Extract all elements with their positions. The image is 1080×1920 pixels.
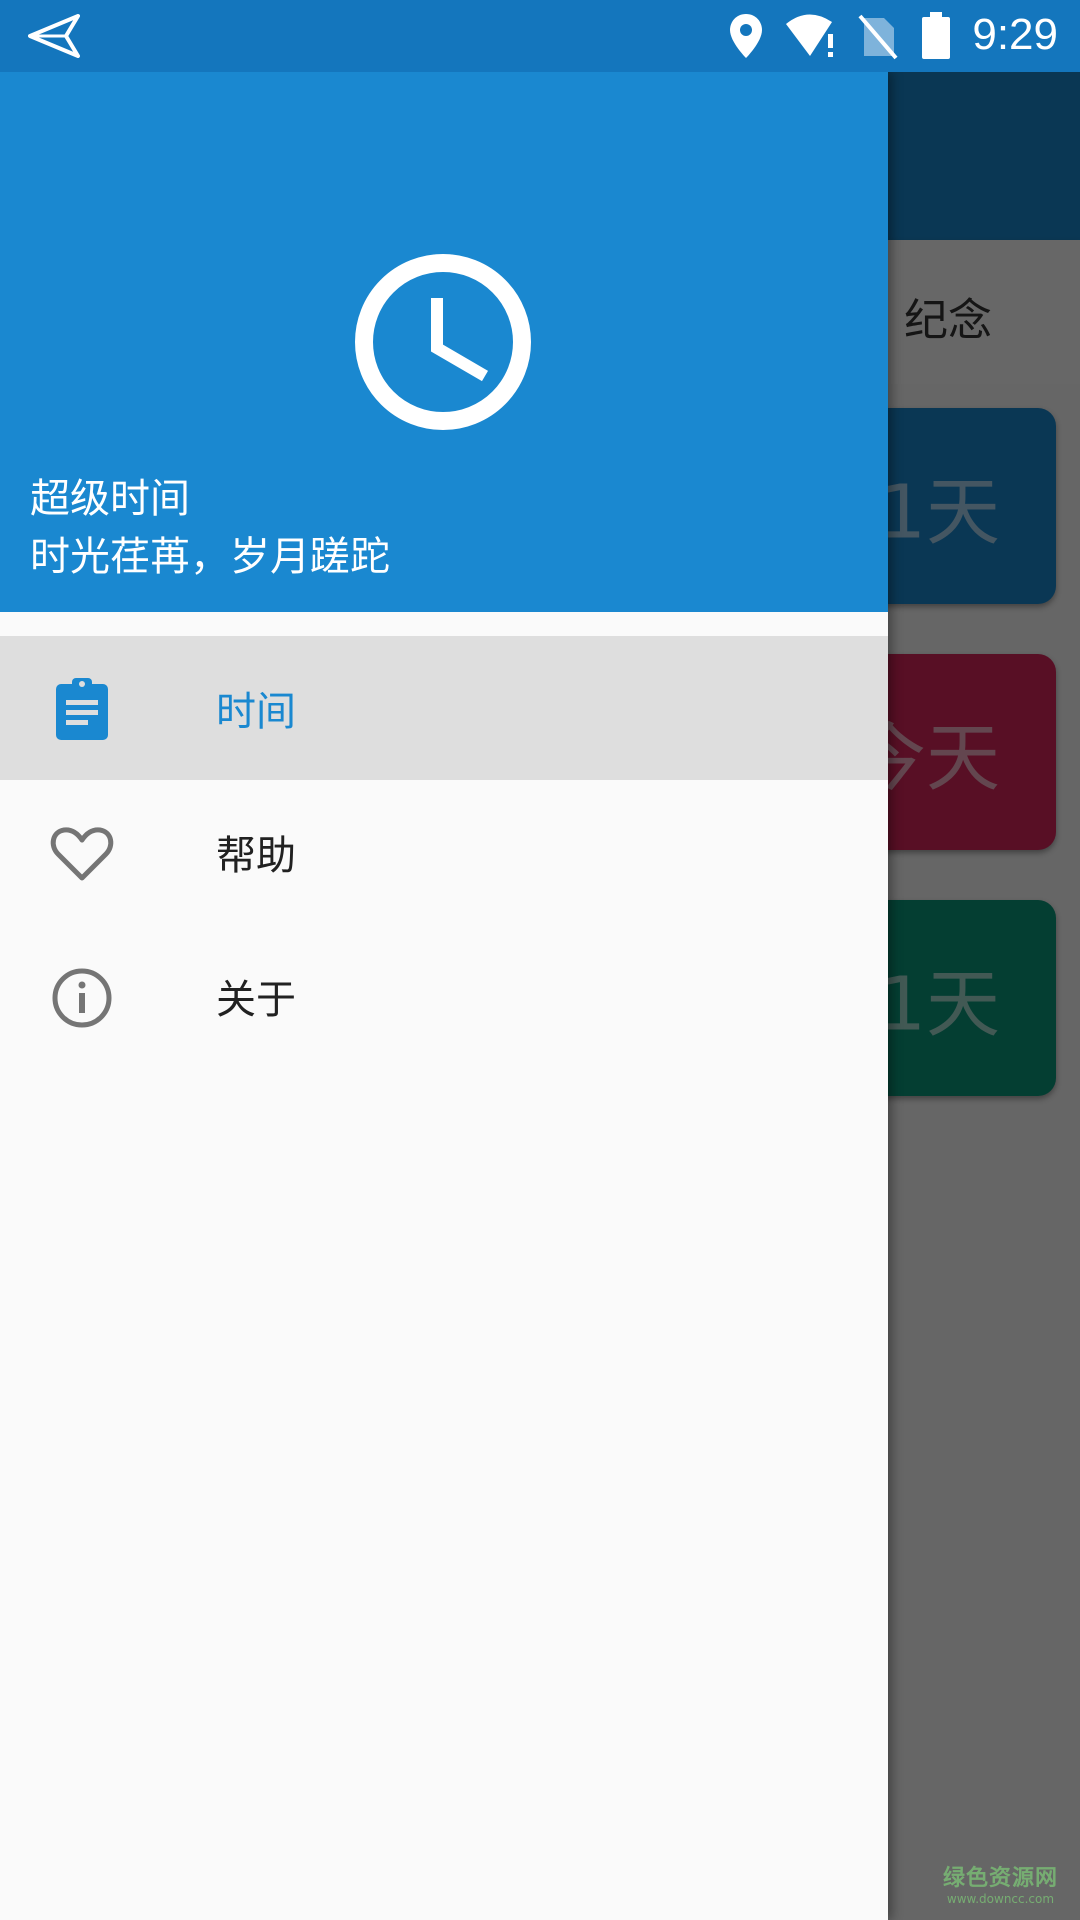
send-icon (28, 14, 80, 58)
wifi-alert-icon (786, 14, 833, 57)
location-icon (730, 14, 762, 58)
menu-item-help[interactable]: 帮助 (0, 780, 888, 924)
watermark-url: www.downcc.com (946, 1892, 1055, 1906)
app-slogan: 时光荏苒，岁月蹉跎 (30, 534, 390, 580)
navigation-drawer: 超级时间 时光荏苒，岁月蹉跎 时间 帮助 关于 (0, 72, 888, 1920)
clock-icon (355, 254, 531, 430)
menu-item-time[interactable]: 时间 (0, 636, 888, 780)
heart-icon (50, 827, 114, 881)
status-time: 9:29 (972, 10, 1058, 59)
menu-item-label: 帮助 (216, 833, 296, 879)
menu-item-label: 时间 (216, 689, 296, 735)
clipboard-icon (56, 678, 108, 740)
menu-item-about[interactable]: 关于 (0, 924, 888, 1068)
app-title: 超级时间 (30, 476, 190, 522)
battery-icon (922, 12, 950, 59)
menu-item-label: 关于 (216, 977, 296, 1023)
watermark-title: 绿色资源网 (942, 1866, 1058, 1891)
drawer-header: 超级时间 时光荏苒，岁月蹉跎 (0, 72, 888, 612)
watermark: 绿色资源网 www.downcc.com (943, 1860, 1058, 1906)
status-bar: 9:29 (0, 0, 1080, 72)
no-sim-icon (858, 14, 898, 60)
info-icon (52, 968, 112, 1028)
